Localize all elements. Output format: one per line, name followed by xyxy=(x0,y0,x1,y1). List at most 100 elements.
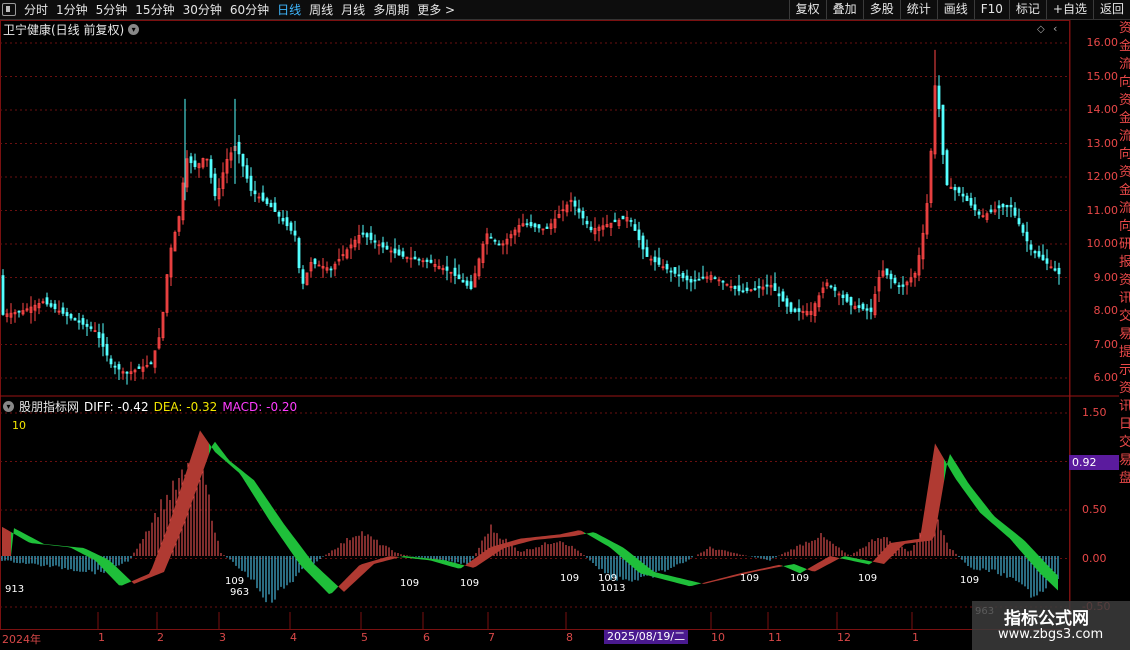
diff-dea-band xyxy=(326,575,329,594)
candle-body xyxy=(269,202,273,208)
diff-dea-band xyxy=(251,477,254,496)
diff-dea-band xyxy=(152,560,155,577)
candle-body xyxy=(285,217,289,227)
time-tick-label: 3 xyxy=(219,631,226,644)
candle-body xyxy=(249,175,253,191)
candle-body xyxy=(137,366,141,369)
diff-dea-band xyxy=(344,577,347,592)
candle-body xyxy=(113,365,117,368)
right-side-tabs[interactable]: 资金流向资金流向资金流向研报资讯交易提示资讯日交易盘 xyxy=(1119,20,1130,630)
diff-dea-band xyxy=(773,565,776,569)
diff-dea-band xyxy=(254,480,257,501)
diff-dea-band xyxy=(38,540,41,545)
price-tick-label: 14.00 xyxy=(1086,103,1119,116)
candle-body xyxy=(241,153,245,167)
period-tab[interactable]: 60分钟 xyxy=(230,1,269,18)
diff-dea-band xyxy=(275,510,278,533)
period-tab[interactable]: 多周期 xyxy=(373,1,409,18)
candle-body xyxy=(1021,224,1025,233)
dea-value: DEA: -0.32 xyxy=(153,399,218,414)
diff-dea-band xyxy=(80,547,83,555)
layout-toggle-icon[interactable] xyxy=(2,3,16,16)
diff-dea-band xyxy=(278,515,281,538)
candle-body xyxy=(77,320,81,323)
toolbar-button[interactable]: 画线 xyxy=(936,0,974,19)
period-tab[interactable]: 15分钟 xyxy=(135,1,174,18)
candle-body xyxy=(613,219,617,223)
candle-body xyxy=(313,258,317,265)
diff-dea-band xyxy=(701,582,704,584)
diff-dea-band xyxy=(353,568,356,584)
candle-body xyxy=(105,343,109,356)
price-tick-label: 7.00 xyxy=(1093,337,1119,351)
diff-dea-band xyxy=(575,530,578,536)
period-tab[interactable]: 月线 xyxy=(341,1,365,18)
diff-dea-band xyxy=(926,481,929,542)
candle-body xyxy=(461,279,465,283)
diff-dea-band xyxy=(197,430,200,488)
period-tab[interactable]: 更多 > xyxy=(417,1,455,18)
candle-body xyxy=(429,259,433,263)
price-chart[interactable]: 9131099631091091091091013109109109109963 xyxy=(0,20,1119,630)
candle-body xyxy=(1057,267,1061,275)
diff-dea-band xyxy=(947,453,950,470)
candle-body xyxy=(845,294,849,302)
diff-dea-band xyxy=(116,566,119,586)
diff-dea-band xyxy=(920,519,923,542)
toolbar-button[interactable]: F10 xyxy=(973,0,1009,19)
toolbar-button[interactable]: 统计 xyxy=(899,0,937,19)
period-tab[interactable]: 日线 xyxy=(277,1,301,18)
period-tab[interactable]: 周线 xyxy=(309,1,333,18)
candle-body xyxy=(1029,244,1033,250)
diff-dea-band xyxy=(512,540,515,546)
candle-body xyxy=(1041,254,1045,261)
diff-dea-band xyxy=(506,541,509,548)
diff-dea-band xyxy=(713,579,716,582)
diff-dea-band xyxy=(323,572,326,591)
candle-body xyxy=(857,305,861,308)
candle-body xyxy=(361,232,365,235)
toolbar-button[interactable]: +自选 xyxy=(1045,0,1093,19)
diff-dea-band xyxy=(803,567,806,572)
candle-body xyxy=(89,326,93,329)
period-tab[interactable]: 分时 xyxy=(24,1,48,18)
toolbar-button[interactable]: 复权 xyxy=(788,0,826,19)
candle-body xyxy=(1053,268,1057,271)
diff-dea-band xyxy=(545,535,548,539)
candle-body xyxy=(1013,207,1017,216)
diff-dea-band xyxy=(758,568,761,572)
candle-body xyxy=(1017,218,1021,225)
period-tab[interactable]: 5分钟 xyxy=(96,1,128,18)
diff-dea-band xyxy=(56,545,59,547)
diff-dea-band xyxy=(584,532,587,535)
diff-dea-band xyxy=(596,533,599,541)
candle-body xyxy=(585,220,589,225)
settings-icon[interactable]: ▾ xyxy=(3,401,14,412)
candle-body xyxy=(49,303,53,307)
candle-body xyxy=(869,307,873,312)
diff-dea-band xyxy=(719,578,722,581)
watermark: 指标公式网 www.zbgs3.com xyxy=(972,601,1130,650)
action-buttons: 复权 叠加 多股 统计 画线 F10 标记 +自选 返回 xyxy=(788,0,1130,19)
candle-body xyxy=(265,198,269,204)
toolbar-button[interactable]: 叠加 xyxy=(825,0,863,19)
time-tick-label: 11 xyxy=(768,631,782,644)
diff-dea-band xyxy=(527,537,530,542)
diff-dea-band xyxy=(212,441,215,452)
candle-body xyxy=(277,212,281,217)
period-tab[interactable]: 30分钟 xyxy=(183,1,222,18)
diff-dea-band xyxy=(68,546,71,548)
diff-dea-band xyxy=(515,539,518,546)
diff-dea-band xyxy=(938,448,941,517)
toolbar-button[interactable]: 返回 xyxy=(1092,0,1130,19)
diff-dea-band xyxy=(842,556,845,560)
diff-dea-band xyxy=(86,548,89,558)
toolbar-button[interactable]: 多股 xyxy=(862,0,900,19)
candle-body xyxy=(865,308,869,311)
period-tab[interactable]: 1分钟 xyxy=(56,1,88,18)
diff-dea-band xyxy=(185,466,188,522)
diff-dea-band xyxy=(20,531,23,539)
candle-body xyxy=(453,267,457,276)
toolbar-button[interactable]: 标记 xyxy=(1008,0,1046,19)
diff-dea-band xyxy=(398,556,401,558)
